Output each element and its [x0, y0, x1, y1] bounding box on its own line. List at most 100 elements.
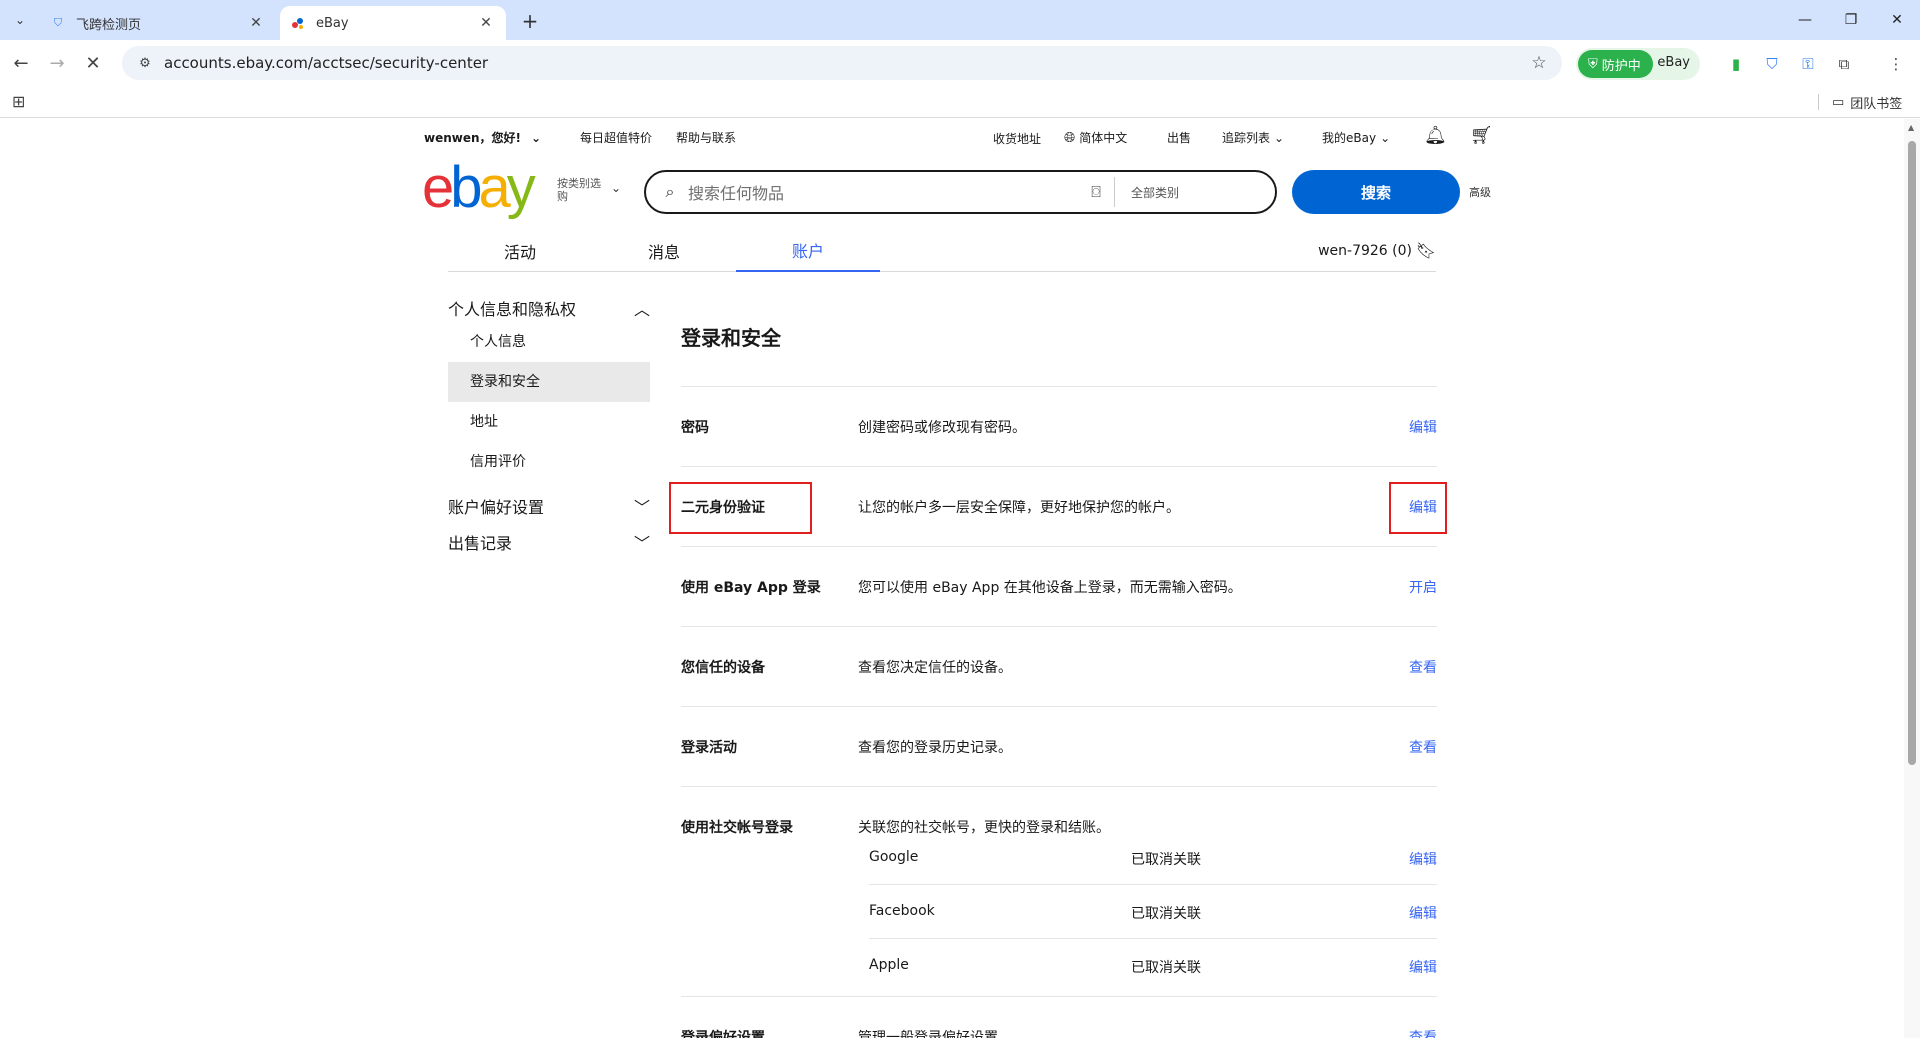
sidebar-item-feedback[interactable]: 信用评价 — [448, 442, 650, 482]
tab-close-icon[interactable]: ✕ — [476, 13, 496, 33]
minimize-button[interactable]: — — [1782, 6, 1828, 34]
search-input[interactable]: 搜索任何物品 — [688, 180, 1078, 204]
tab-close-icon[interactable]: ✕ — [246, 13, 266, 33]
social-status: 已取消关联 — [1131, 960, 1201, 976]
social-status: 已取消关联 — [1131, 906, 1201, 922]
protection-badge[interactable]: ⛨ 防护中 eBay — [1576, 48, 1700, 80]
sidebar-item-login-security[interactable]: 登录和安全 — [448, 362, 650, 402]
notification-bell-icon[interactable]: 🔔︎ — [1424, 125, 1447, 146]
signal-bars-icon[interactable]: ▮ — [1724, 52, 1748, 76]
window-close-button[interactable]: ✕ — [1874, 6, 1920, 34]
security-content: 登录和安全 密码 创建密码或修改现有密码。 编辑 二元身份验证 让您的帐户多一层… — [681, 322, 1437, 1038]
advanced-search-link[interactable]: 高级 — [1469, 184, 1491, 200]
sidebar-group-selling[interactable]: 出售记录 ﹀ — [448, 530, 650, 554]
stop-loading-icon[interactable]: ✕ — [80, 50, 106, 76]
browser-tab-feikua[interactable]: ⛉ 飞跨检测页 ✕ — [40, 6, 276, 40]
search-icon: ⌕ — [665, 182, 675, 201]
sidebar-group-account-preferences[interactable]: 账户偏好设置 ﹀ — [448, 494, 650, 518]
sidebar-group-personal-privacy[interactable]: 个人信息和隐私权 ︿ — [448, 296, 650, 320]
setting-desc: 您可以使用 eBay App 在其他设备上登录，而无需输入密码。 — [858, 580, 1242, 596]
social-name: Google — [869, 849, 919, 865]
new-tab-button[interactable]: + — [518, 10, 542, 34]
setting-row-trusted-devices: 您信任的设备 查看您决定信任的设备。 查看 — [681, 626, 1437, 706]
forward-arrow-icon[interactable]: → — [44, 50, 70, 76]
view-login-preferences-link[interactable]: 查看 — [1409, 1027, 1437, 1038]
daily-deals-link[interactable]: 每日超值特价 — [580, 129, 652, 146]
my-ebay-menu[interactable]: 我的eBay ⌄ — [1322, 129, 1390, 146]
my-ebay-label: 我的eBay — [1322, 131, 1377, 145]
edit-google-link[interactable]: 编辑 — [1409, 849, 1437, 869]
url-text[interactable]: accounts.ebay.com/acctsec/security-cente… — [160, 54, 1524, 72]
edit-apple-link[interactable]: 编辑 — [1409, 957, 1437, 977]
chevron-down-icon[interactable]: ⌄ — [611, 181, 621, 195]
restore-button[interactable]: ❐ — [1828, 6, 1874, 34]
setting-row-password: 密码 创建密码或修改现有密码。 编辑 — [681, 386, 1437, 466]
enable-app-login-link[interactable]: 开启 — [1409, 577, 1437, 597]
chevron-up-icon: ︿ — [633, 300, 650, 319]
category-select[interactable]: 全部类别 — [1115, 184, 1275, 201]
tab-messages[interactable]: 消息 — [592, 229, 736, 272]
help-contact-link[interactable]: 帮助与联系 — [676, 129, 736, 146]
browser-toolbar: ← → ✕ ⚙ accounts.ebay.com/acctsec/securi… — [0, 40, 1920, 86]
ebay-page: wenwen，您好! ⌄ 每日超值特价 帮助与联系 收货地址 🌐︎ 简体中文 出… — [0, 119, 1904, 1038]
watchlist-label: 追踪列表 — [1222, 131, 1271, 145]
setting-label: 登录活动 — [681, 740, 737, 756]
greeting-menu[interactable]: wenwen，您好! ⌄ — [424, 129, 541, 146]
watchlist-menu[interactable]: 追踪列表 ⌄ — [1222, 129, 1284, 146]
more-menu-icon[interactable]: ⋮ — [1884, 52, 1908, 76]
browser-tab-ebay[interactable]: eBay ✕ — [280, 6, 506, 40]
language-selector[interactable]: 🌐︎ 简体中文 — [1064, 129, 1127, 146]
tab-account[interactable]: 账户 — [736, 229, 880, 272]
back-arrow-icon[interactable]: ← — [8, 50, 34, 76]
scroll-up-arrow-icon[interactable]: ▲ — [1908, 123, 1914, 132]
sidebar-group-label: 出售记录 — [448, 534, 513, 553]
apps-grid-icon[interactable]: ⊞ — [12, 92, 25, 111]
tab-search-chevron-icon[interactable]: ⌄ — [8, 8, 32, 32]
edit-facebook-link[interactable]: 编辑 — [1409, 903, 1437, 923]
globe-icon: 🌐︎ — [1064, 129, 1076, 146]
social-row-apple: Apple 已取消关联 编辑 — [869, 939, 1437, 993]
ebay-logo[interactable]: ebay — [422, 159, 536, 217]
view-trusted-devices-link[interactable]: 查看 — [1409, 657, 1437, 677]
tab-activity[interactable]: 活动 — [448, 229, 592, 272]
chevron-down-icon: ﹀ — [633, 534, 650, 553]
tab-title: 飞跨检测页 — [76, 17, 142, 33]
extensions-puzzle-icon[interactable]: ⧉ — [1832, 52, 1856, 76]
setting-label: 您信任的设备 — [681, 660, 765, 676]
address-bar[interactable]: ⚙ accounts.ebay.com/acctsec/security-cen… — [122, 46, 1562, 80]
key-icon[interactable]: ⚿ — [1796, 52, 1820, 76]
view-login-activity-link[interactable]: 查看 — [1409, 737, 1437, 757]
setting-desc: 让您的帐户多一层安全保障，更好地保护您的帐户。 — [858, 500, 1180, 516]
chevron-down-icon: ⌄ — [531, 130, 542, 145]
highlight-box-2fa-edit — [1389, 482, 1447, 534]
setting-row-login-activity: 登录活动 查看您的登录历史记录。 查看 — [681, 706, 1437, 786]
sidebar-item-address[interactable]: 地址 — [448, 402, 650, 442]
bookmarks-bar: ⊞ ▭ 团队书签 — [0, 86, 1920, 118]
sidebar-group-label: 账户偏好设置 — [448, 498, 545, 517]
ship-to-link[interactable]: 收货地址 — [993, 130, 1041, 147]
camera-icon[interactable]: ⌼ — [1078, 182, 1114, 202]
language-label: 简体中文 — [1079, 131, 1128, 145]
browser-tab-bar: ⌄ ⛉ 飞跨检测页 ✕ eBay ✕ + — ❐ ✕ — [0, 0, 1920, 40]
search-bar: ⌕ 搜索任何物品 ⌼ 全部类别 — [644, 170, 1277, 214]
edit-password-link[interactable]: 编辑 — [1409, 417, 1437, 437]
shield-extension-icon[interactable]: ⛉ — [1760, 52, 1784, 76]
saved-bookmark-icon[interactable]: 🔖︎ — [1416, 241, 1436, 260]
sidebar-group-label: 个人信息和隐私权 — [448, 300, 577, 319]
highlight-box-2fa-label — [669, 482, 812, 534]
setting-label: 登录偏好设置 — [681, 1030, 765, 1038]
search-button[interactable]: 搜索 — [1292, 170, 1460, 214]
page-scrollbar[interactable]: ▲ — [1904, 119, 1920, 1038]
shop-by-category[interactable]: 按类别选购 — [557, 177, 611, 203]
sidebar-item-personal-info[interactable]: 个人信息 — [448, 322, 650, 362]
site-info-icon[interactable]: ⚙ — [130, 56, 160, 71]
protect-site: eBay — [1657, 55, 1690, 70]
bookmark-star-icon[interactable]: ☆ — [1524, 53, 1554, 73]
greeting-text: wenwen，您好! — [424, 131, 522, 145]
scrollbar-thumb[interactable] — [1908, 141, 1916, 765]
bookmark-folder-team[interactable]: ▭ 团队书签 — [1832, 93, 1902, 112]
cart-icon[interactable]: 🛒︎ — [1470, 125, 1493, 146]
social-name: Apple — [869, 957, 909, 973]
sell-link[interactable]: 出售 — [1167, 129, 1191, 146]
setting-label: 使用社交帐号登录 — [681, 820, 793, 836]
